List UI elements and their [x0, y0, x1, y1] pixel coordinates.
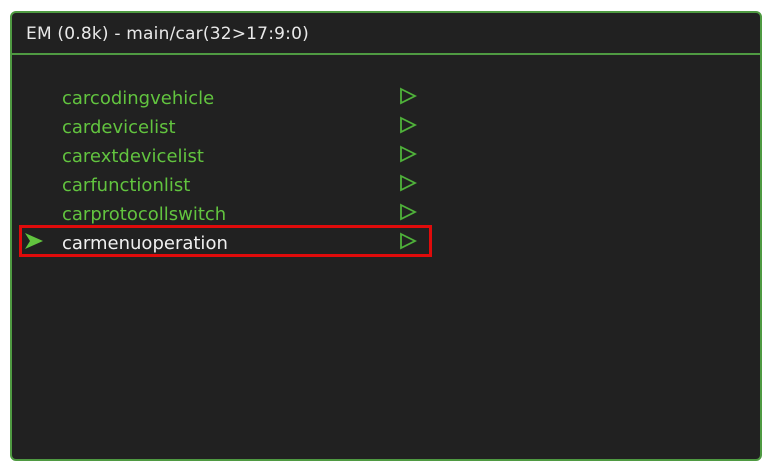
menu-item-label: carprotocollswitch: [62, 204, 227, 225]
play-arrow-outline-icon: [400, 87, 417, 105]
play-arrow-outline-icon: [400, 174, 417, 192]
selection-pointer-icon: [25, 233, 43, 249]
menu-item-label: carcodingvehicle: [62, 88, 215, 109]
menu-item-label: carmenuoperation: [62, 233, 228, 254]
play-arrow-outline-icon: [400, 116, 417, 134]
menu-item-label: carfunctionlist: [62, 175, 191, 196]
menu-item-carextdevicelist[interactable]: carextdevicelist: [62, 143, 442, 169]
screen: EM (0.8k) - main/car(32>17:9:0) carcodin…: [0, 0, 765, 464]
menu-item-carprotocollswitch[interactable]: carprotocollswitch: [62, 201, 442, 227]
menu-item-carfunctionlist[interactable]: carfunctionlist: [62, 172, 442, 198]
menu-list: carcodingvehicle cardevicelist carextdev…: [12, 13, 760, 459]
menu-item-carcodingvehicle[interactable]: carcodingvehicle: [62, 85, 442, 111]
menu-item-carmenuoperation[interactable]: carmenuoperation: [62, 230, 442, 256]
menu-item-label: cardevicelist: [62, 117, 176, 138]
menu-item-cardevicelist[interactable]: cardevicelist: [62, 114, 442, 140]
play-arrow-outline-icon: [400, 203, 417, 221]
menu-item-label: carextdevicelist: [62, 146, 204, 167]
engineering-menu-panel: EM (0.8k) - main/car(32>17:9:0) carcodin…: [10, 11, 762, 461]
play-arrow-outline-icon: [400, 145, 417, 163]
play-arrow-outline-icon: [400, 232, 417, 250]
